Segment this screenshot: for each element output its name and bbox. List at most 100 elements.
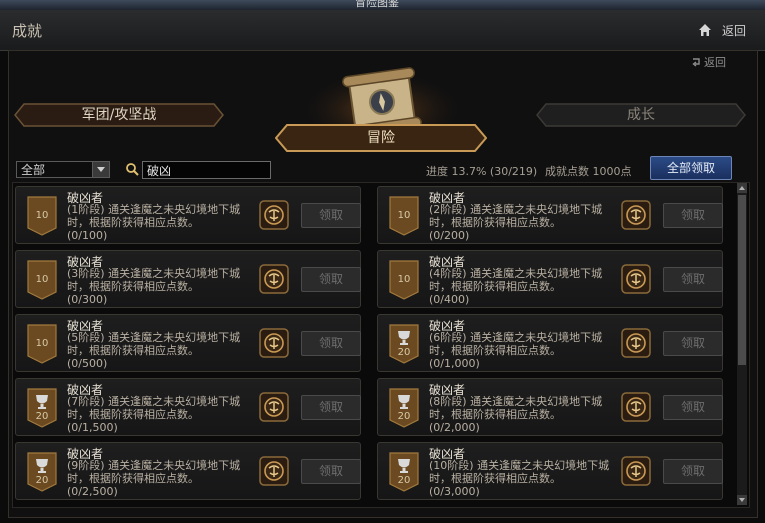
achievement-description: (7阶段) 通关逢魔之未央幻境地下城时，根据阶获得相应点数。 (0/1,500) — [67, 395, 257, 434]
home-icon[interactable] — [698, 23, 712, 37]
achievement-card: 20 破凶者 (7阶段) 通关逢魔之未央幻境地下城时，根据阶获得相应点数。 (0/1,… — [15, 378, 361, 436]
achievement-desc-text: (5阶段) 通关逢魔之未央幻境地下城时，根据阶获得相应点数。 — [67, 331, 241, 357]
achievement-progress: (0/2,500) — [67, 485, 118, 498]
claim-button[interactable]: 领取 — [663, 459, 723, 484]
reward-chest-icon[interactable] — [621, 392, 651, 422]
tab-legion-raid-label: 军团/攻坚战 — [81, 107, 157, 123]
search-icon — [126, 163, 139, 176]
badge-points: 20 — [397, 347, 411, 358]
sub-back-button[interactable]: 返回 — [690, 54, 726, 70]
progress-text: 进度 13.7% (30/219) — [426, 165, 538, 178]
achievement-card: 20 破凶者 (10阶段) 通关逢魔之未央幻境地下城时，根据阶获得相应点数。 (0/3… — [377, 442, 723, 500]
achievement-description: (5阶段) 通关逢魔之未央幻境地下城时，根据阶获得相应点数。 (0/500) — [67, 331, 257, 370]
claim-button[interactable]: 领取 — [301, 267, 361, 292]
achievement-card: 10 破凶者 (2阶段) 通关逢魔之未央幻境地下城时，根据阶获得相应点数。 (0/20… — [377, 186, 723, 244]
badge-points: 10 — [35, 338, 49, 349]
achievement-description: (10阶段) 通关逢魔之未央幻境地下城时，根据阶获得相应点数。 (0/3,000) — [429, 459, 619, 498]
achievement-desc-text: (6阶段) 通关逢魔之未央幻境地下城时，根据阶获得相应点数。 — [429, 331, 603, 357]
badge-points: 20 — [35, 475, 49, 486]
reward-chest-icon[interactable] — [621, 264, 651, 294]
achievement-progress: (0/500) — [67, 357, 108, 370]
achievement-progress: (0/1,500) — [67, 421, 118, 434]
claim-button[interactable]: 领取 — [301, 459, 361, 484]
claim-button[interactable]: 领取 — [663, 203, 723, 228]
claim-button[interactable]: 领取 — [663, 267, 723, 292]
scroll-thumb[interactable] — [738, 195, 746, 365]
achievement-description: (1阶段) 通关逢魔之未央幻境地下城时，根据阶获得相应点数。 (0/100) — [67, 203, 257, 242]
reward-chest-icon[interactable] — [621, 200, 651, 230]
achievement-card: 10 破凶者 (1阶段) 通关逢魔之未央幻境地下城时，根据阶获得相应点数。 (0/10… — [15, 186, 361, 244]
header-bar: 成就 返回 — [0, 10, 765, 51]
page-title: 成就 — [12, 22, 43, 40]
claim-all-button[interactable]: 全部领取 — [650, 156, 732, 180]
trophy-badge: 20 — [389, 324, 419, 364]
achievement-progress: (0/3,000) — [429, 485, 480, 498]
claim-button[interactable]: 领取 — [663, 331, 723, 356]
achievement-progress: (0/400) — [429, 293, 470, 306]
badge-points: 10 — [397, 274, 411, 285]
achievement-progress: (0/2,000) — [429, 421, 480, 434]
reward-chest-icon[interactable] — [259, 392, 289, 422]
reward-chest-icon[interactable] — [259, 328, 289, 358]
claim-button[interactable]: 领取 — [301, 395, 361, 420]
achievement-progress: (0/1,000) — [429, 357, 480, 370]
achievement-description: (3阶段) 通关逢魔之未央幻境地下城时，根据阶获得相应点数。 (0/300) — [67, 267, 257, 306]
achievement-desc-text: (9阶段) 通关逢魔之未央幻境地下城时，根据阶获得相应点数。 — [67, 459, 241, 485]
category-dropdown[interactable]: 全部 — [16, 161, 110, 178]
badge-points: 10 — [35, 210, 49, 221]
back-button[interactable]: 返回 — [722, 22, 746, 39]
achievement-desc-text: (3阶段) 通关逢魔之未央幻境地下城时，根据阶获得相应点数。 — [67, 267, 241, 293]
achievement-card: 20 破凶者 (8阶段) 通关逢魔之未央幻境地下城时，根据阶获得相应点数。 (0/2,… — [377, 378, 723, 436]
points-badge: 10 — [27, 196, 57, 236]
trophy-badge: 20 — [389, 388, 419, 428]
achievement-desc-text: (8阶段) 通关逢魔之未央幻境地下城时，根据阶获得相应点数。 — [429, 395, 603, 421]
points-badge: 10 — [389, 260, 419, 300]
achievement-description: (9阶段) 通关逢魔之未央幻境地下城时，根据阶获得相应点数。 (0/2,500) — [67, 459, 257, 498]
achievement-card: 10 破凶者 (3阶段) 通关逢魔之未央幻境地下城时，根据阶获得相应点数。 (0/30… — [15, 250, 361, 308]
badge-points: 10 — [35, 274, 49, 285]
badge-points: 20 — [35, 411, 49, 422]
badge-points: 10 — [397, 210, 411, 221]
achievement-desc-text: (7阶段) 通关逢魔之未央幻境地下城时，根据阶获得相应点数。 — [67, 395, 241, 421]
reward-chest-icon[interactable] — [259, 264, 289, 294]
sub-back-label: 返回 — [704, 56, 726, 69]
reward-chest-icon[interactable] — [621, 328, 651, 358]
back-arrow-icon — [692, 58, 700, 67]
list-scrollbar[interactable] — [737, 183, 747, 505]
category-dropdown-value: 全部 — [21, 163, 46, 177]
window-title: 冒险图鉴 — [355, 0, 399, 9]
achievement-progress: (0/300) — [67, 293, 108, 306]
achievement-description: (6阶段) 通关逢魔之未央幻境地下城时，根据阶获得相应点数。 (0/1,000) — [429, 331, 619, 370]
trophy-badge: 20 — [27, 452, 57, 492]
achievement-progress: (0/100) — [67, 229, 108, 242]
scroll-down-arrow[interactable] — [737, 495, 747, 505]
achievement-desc-text: (2阶段) 通关逢魔之未央幻境地下城时，根据阶获得相应点数。 — [429, 203, 603, 229]
achievement-card: 10 破凶者 (5阶段) 通关逢魔之未央幻境地下城时，根据阶获得相应点数。 (0/50… — [15, 314, 361, 372]
achievement-description: (4阶段) 通关逢魔之未央幻境地下城时，根据阶获得相应点数。 (0/400) — [429, 267, 619, 306]
badge-points: 20 — [397, 475, 411, 486]
achievement-description: (2阶段) 通关逢魔之未央幻境地下城时，根据阶获得相应点数。 (0/200) — [429, 203, 619, 242]
scroll-up-arrow[interactable] — [737, 183, 747, 193]
tab-legion-raid[interactable]: 军团/攻坚战 — [14, 103, 224, 127]
achievement-points-text: 成就点数 1000点 — [545, 165, 632, 178]
claim-button[interactable]: 领取 — [663, 395, 723, 420]
tab-adventure[interactable]: 冒险 — [275, 124, 487, 152]
achievement-progress: (0/200) — [429, 229, 470, 242]
claim-button[interactable]: 领取 — [301, 203, 361, 228]
tab-growth[interactable]: 成长 — [536, 103, 746, 127]
achievement-card: 20 破凶者 (6阶段) 通关逢魔之未央幻境地下城时，根据阶获得相应点数。 (0/1,… — [377, 314, 723, 372]
achievement-card: 20 破凶者 (9阶段) 通关逢魔之未央幻境地下城时，根据阶获得相应点数。 (0/2,… — [15, 442, 361, 500]
points-badge: 10 — [27, 260, 57, 300]
tab-growth-label: 成长 — [627, 107, 655, 123]
trophy-badge: 20 — [27, 388, 57, 428]
reward-chest-icon[interactable] — [259, 200, 289, 230]
achievement-desc-text: (10阶段) 通关逢魔之未央幻境地下城时，根据阶获得相应点数。 — [429, 459, 610, 485]
achievement-card: 10 破凶者 (4阶段) 通关逢魔之未央幻境地下城时，根据阶获得相应点数。 (0/40… — [377, 250, 723, 308]
search-input[interactable] — [142, 161, 271, 179]
reward-chest-icon[interactable] — [621, 456, 651, 486]
badge-points: 20 — [397, 411, 411, 422]
points-badge: 10 — [389, 196, 419, 236]
achievement-desc-text: (4阶段) 通关逢魔之未央幻境地下城时，根据阶获得相应点数。 — [429, 267, 603, 293]
claim-button[interactable]: 领取 — [301, 331, 361, 356]
reward-chest-icon[interactable] — [259, 456, 289, 486]
